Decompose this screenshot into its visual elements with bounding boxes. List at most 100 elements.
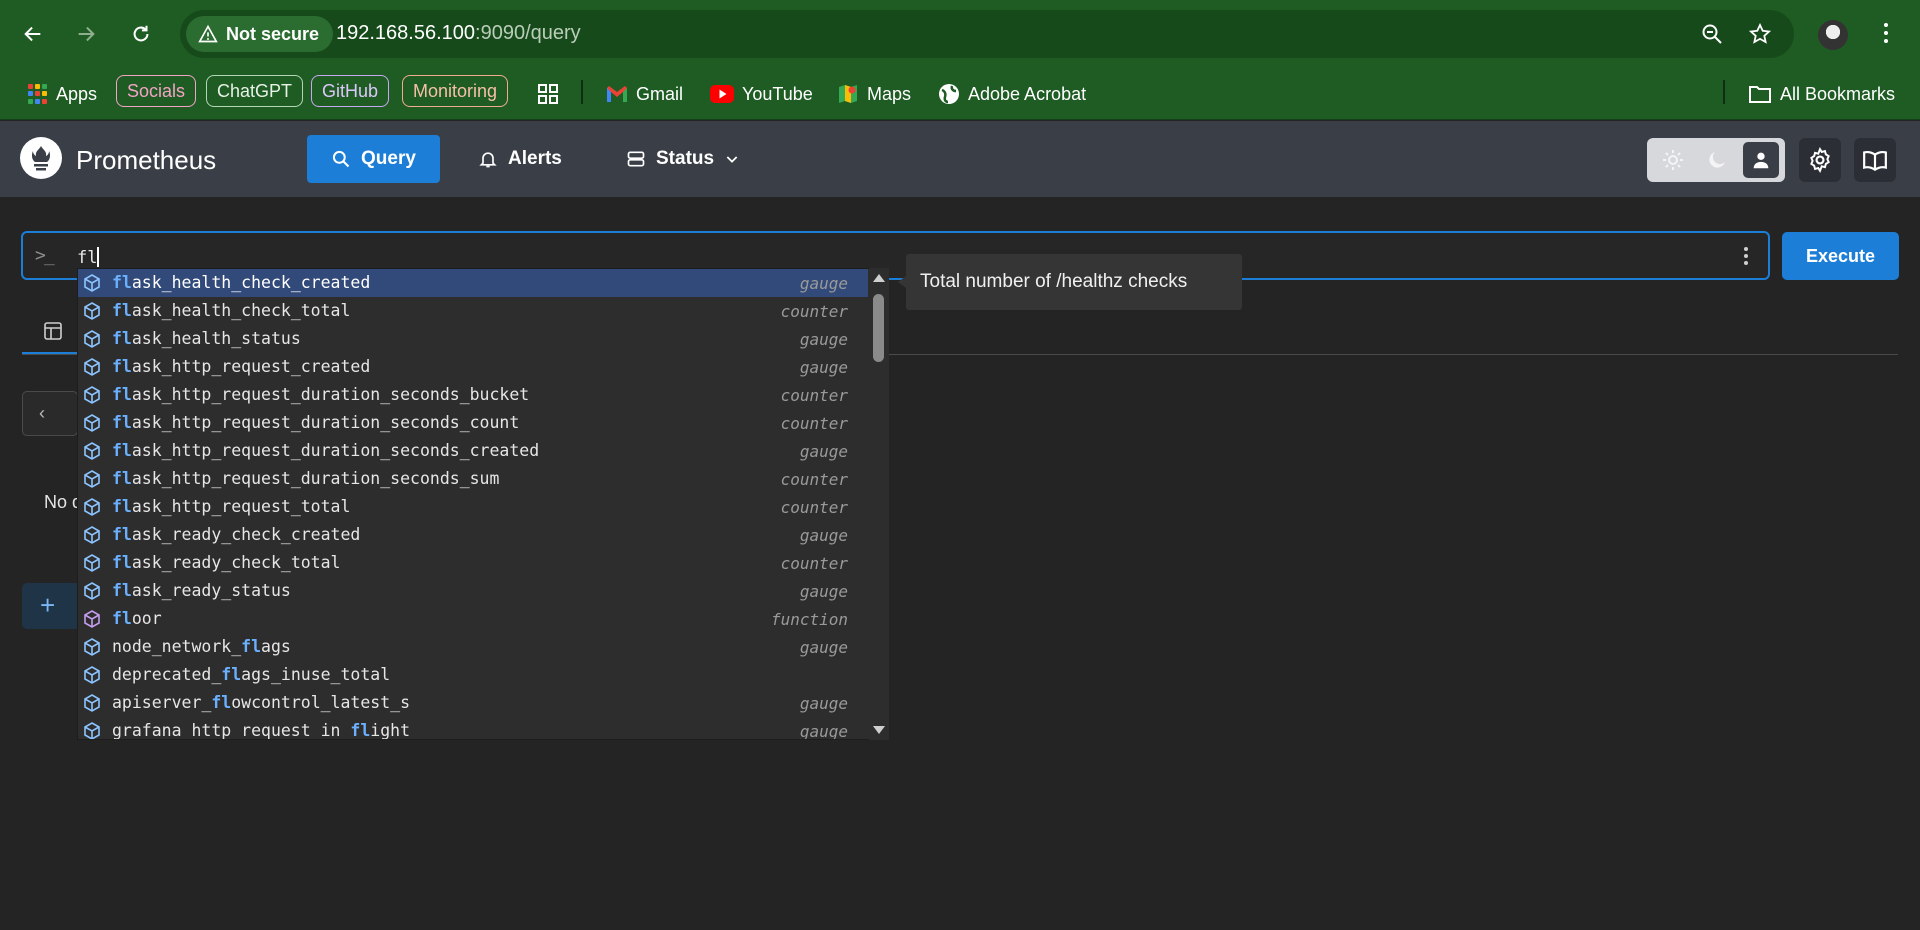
label-prefix: deprecated_	[112, 665, 222, 684]
label-match: fl	[221, 665, 242, 684]
nav-alerts-label: Alerts	[508, 148, 562, 169]
tab-groups-icon	[538, 84, 558, 104]
settings-button[interactable]	[1799, 138, 1841, 182]
cube-icon	[82, 721, 102, 739]
scroll-down-arrow-icon[interactable]	[873, 726, 885, 734]
autocomplete-item-label: flask_ready_check_total	[112, 553, 341, 572]
table-icon[interactable]	[44, 322, 62, 340]
nav-alerts[interactable]: Alerts	[478, 135, 562, 183]
autocomplete-item[interactable]: flask_http_request_total counter	[78, 493, 868, 521]
bookmark-github[interactable]: GitHub	[311, 75, 390, 107]
bookmark-acrobat[interactable]: Adobe Acrobat	[938, 78, 1086, 110]
profile-avatar[interactable]	[1818, 20, 1848, 50]
theme-dark-button[interactable]	[1699, 142, 1735, 178]
autocomplete-item[interactable]: flask_http_request_duration_seconds_sum c…	[78, 465, 868, 493]
autocomplete-item[interactable]: flask_http_request_duration_seconds_coun…	[78, 409, 868, 437]
bookmark-chatgpt[interactable]: ChatGPT	[206, 75, 304, 107]
autocomplete-item[interactable]: flask_http_request_duration_seconds_crea…	[78, 437, 868, 465]
cube-icon	[82, 693, 102, 713]
cube-icon	[82, 441, 102, 461]
autocomplete-item-label: flask_http_request_duration_seconds_sum	[112, 469, 499, 488]
autocomplete-item[interactable]: node_network_flags gauge	[78, 633, 868, 661]
back-button[interactable]	[13, 14, 53, 54]
cube-icon	[82, 273, 102, 293]
bookmark-gmail[interactable]: Gmail	[606, 78, 683, 110]
label-prefix: grafana_http_request_in_	[112, 721, 351, 740]
gmail-icon	[607, 86, 627, 102]
theme-light-button[interactable]	[1655, 142, 1691, 178]
label-suffix: ags_inuse_total	[241, 665, 391, 684]
autocomplete-item[interactable]: flask_ready_check_total counter	[78, 549, 868, 577]
app-brand[interactable]: Prometheus	[76, 145, 216, 176]
all-bookmarks[interactable]: All Bookmarks	[1748, 78, 1895, 110]
reload-button[interactable]	[121, 14, 161, 54]
gear-icon	[1810, 147, 1830, 173]
autocomplete-item-type: function	[770, 610, 848, 629]
chevron-down-icon	[726, 156, 738, 163]
autocomplete-item[interactable]: flask_http_request_created gauge	[78, 353, 868, 381]
scroll-up-arrow-icon[interactable]	[873, 274, 885, 282]
label-suffix: ight	[370, 721, 411, 740]
bookmark-maps-label: Maps	[867, 83, 912, 104]
execute-button[interactable]: Execute	[1782, 232, 1899, 280]
cube-icon	[82, 385, 102, 405]
nav-query[interactable]: Query	[307, 135, 440, 183]
cube-icon	[82, 497, 102, 517]
bookmarks-divider	[1723, 80, 1725, 104]
eval-time-input[interactable]: ‹	[22, 391, 78, 436]
autocomplete-item-label: flask_http_request_duration_seconds_coun…	[112, 413, 519, 432]
autocomplete-item[interactable]: flask_ready_status gauge	[78, 577, 868, 605]
label-match: fl	[211, 693, 232, 712]
bookmark-youtube-label: YouTube	[742, 83, 813, 104]
prometheus-logo-icon	[20, 137, 62, 179]
cube-icon	[82, 581, 102, 601]
autocomplete-item[interactable]: flask_ready_check_created gauge	[78, 521, 868, 549]
cube-icon	[82, 637, 102, 657]
autocomplete-item[interactable]: flask_health_status gauge	[78, 325, 868, 353]
bookmark-socials[interactable]: Socials	[116, 75, 197, 107]
star-icon[interactable]	[1748, 22, 1772, 46]
text-caret	[97, 247, 100, 267]
bookmark-youtube[interactable]: YouTube	[710, 78, 813, 110]
url-text[interactable]: 192.168.56.100:9090/query	[336, 22, 581, 45]
autocomplete-item[interactable]: flask_health_check_total counter	[78, 297, 868, 325]
bookmark-maps[interactable]: Maps	[837, 78, 911, 110]
autocomplete-item-type: counter	[780, 386, 848, 405]
autocomplete-item[interactable]: floor function	[78, 605, 868, 633]
autocomplete-scrollbar[interactable]	[869, 268, 889, 740]
bookmark-apps[interactable]: Apps	[28, 78, 97, 110]
browser-menu-button[interactable]	[1876, 18, 1896, 48]
label-match: fl	[112, 441, 132, 460]
label-suffix: ags	[261, 637, 291, 656]
url-host: 192.168.56.100	[336, 22, 476, 44]
label-match: fl	[112, 273, 132, 292]
expression-options-button[interactable]	[1744, 247, 1748, 265]
tab-groups-button[interactable]	[536, 78, 560, 110]
label-match: fl	[112, 413, 132, 432]
bookmark-monitoring[interactable]: Monitoring	[402, 75, 509, 107]
forward-button[interactable]	[66, 14, 106, 54]
nav-status[interactable]: Status	[626, 135, 740, 183]
zoom-icon[interactable]	[1700, 22, 1724, 46]
autocomplete-item-type: gauge	[799, 330, 848, 349]
autocomplete-item-label: flask_http_request_created	[112, 357, 370, 376]
autocomplete-item-type: gauge	[799, 442, 848, 461]
theme-auto-button[interactable]	[1743, 142, 1779, 178]
docs-button[interactable]	[1854, 138, 1896, 182]
label-suffix: ask_health_status	[131, 329, 301, 348]
autocomplete-item-type: gauge	[799, 694, 848, 713]
search-icon	[332, 150, 350, 168]
autocomplete-item[interactable]: flask_health_check_created gauge	[78, 269, 868, 297]
expression-text[interactable]: fl	[77, 247, 100, 268]
autocomplete-item[interactable]: apiserver_flowcontrol_latest_s gauge	[78, 689, 868, 717]
label-match: fl	[112, 553, 132, 572]
scrollbar-thumb[interactable]	[873, 294, 884, 362]
address-bar[interactable]: Not secure 192.168.56.100:9090/query	[180, 10, 1794, 58]
autocomplete-item[interactable]: grafana_http_request_in_flight gauge	[78, 717, 868, 740]
security-chip[interactable]: Not secure	[186, 16, 334, 52]
autocomplete-item[interactable]: flask_http_request_duration_seconds_buck…	[78, 381, 868, 409]
autocomplete-item[interactable]: deprecated_flags_inuse_total	[78, 661, 868, 689]
autocomplete-item-label: flask_http_request_total	[112, 497, 350, 516]
nav-query-label: Query	[361, 148, 416, 169]
youtube-icon	[710, 85, 734, 103]
